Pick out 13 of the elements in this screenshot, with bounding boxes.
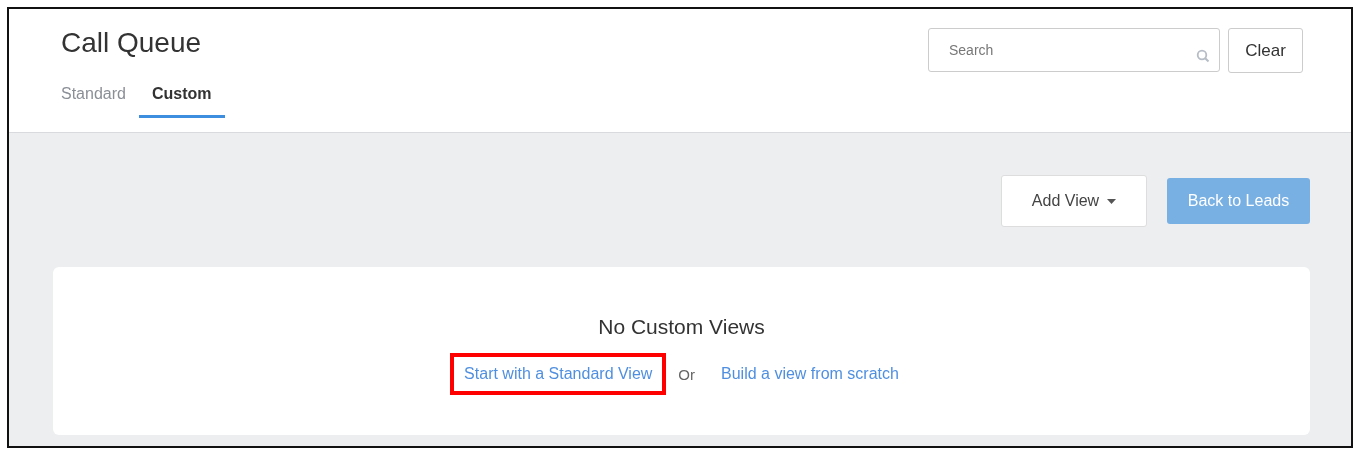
view-link[interactable]: Build a view from scratch: [707, 353, 913, 395]
search-field[interactable]: Search: [928, 28, 1220, 72]
add-view-button[interactable]: Add View: [1001, 175, 1147, 227]
back-to-leads-button[interactable]: Back to Leads: [1167, 178, 1310, 224]
clear-button[interactable]: Clear: [1228, 28, 1303, 73]
caret-icon: [1107, 198, 1117, 204]
empty-state-title: No Custom Views: [598, 315, 765, 339]
view-tab[interactable]: Standard: [59, 79, 139, 118]
separator-text: Or: [678, 365, 696, 383]
page-title: Call Queue: [61, 27, 203, 59]
view-tab[interactable]: Custom: [138, 79, 225, 118]
search-icon: [1196, 49, 1210, 63]
view-link[interactable]: Start with a Standard View: [450, 353, 667, 395]
